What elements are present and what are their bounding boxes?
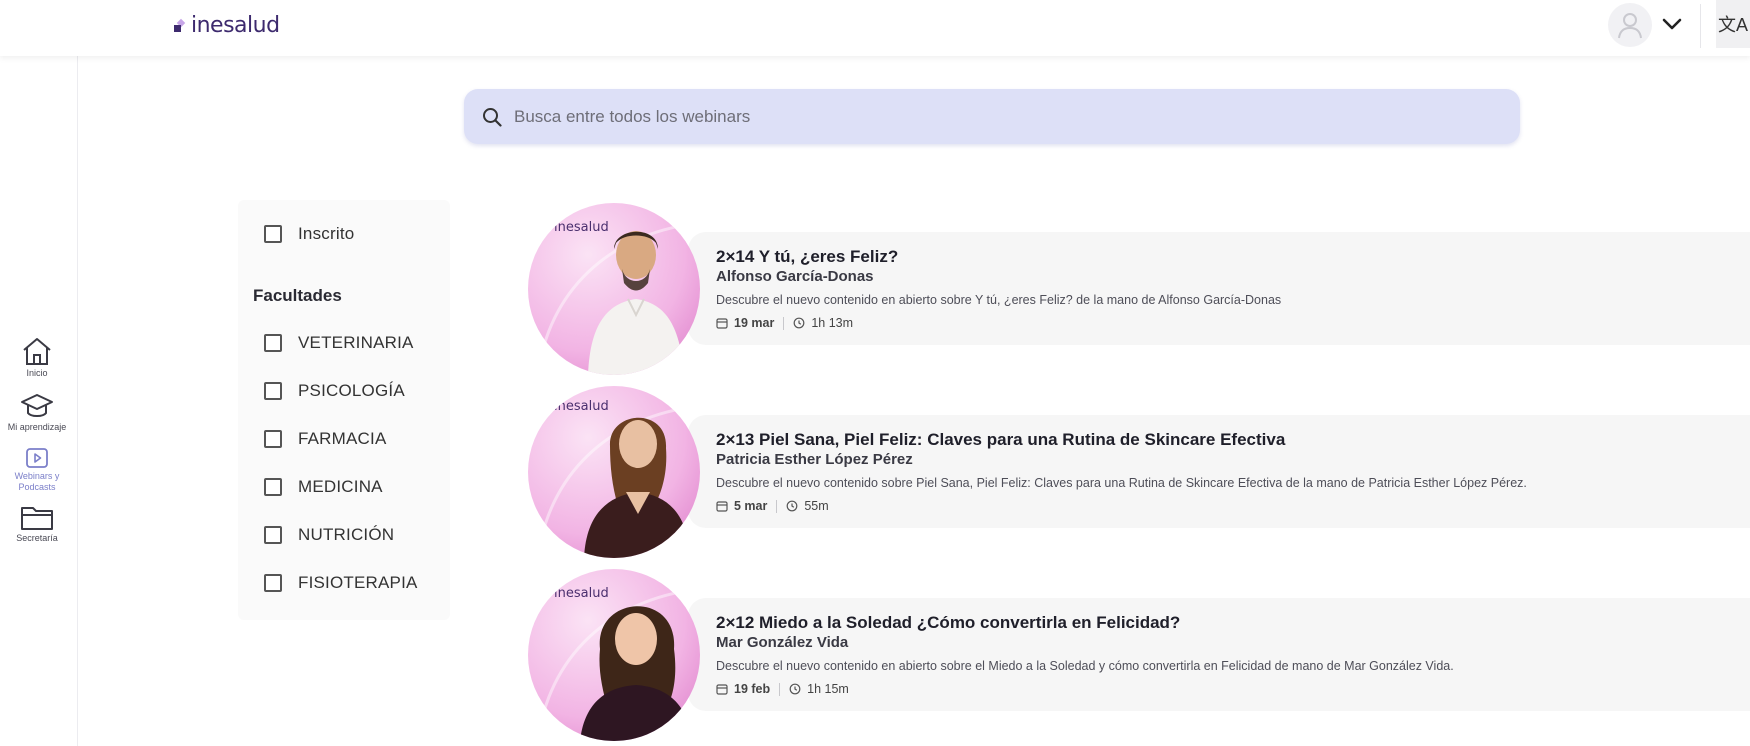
chevron-down-icon [1662,18,1682,30]
graduation-cap-icon [21,394,53,417]
meta-divider [779,682,781,696]
webinar-duration: 1h 13m [811,316,854,330]
filter-farmacia[interactable]: FARMACIA [264,429,387,449]
webinar-info: 2×14 Y tú, ¿eres Feliz? Alfonso García-D… [716,247,1746,330]
search-input[interactable] [514,106,1474,127]
avatar[interactable] [1608,3,1652,47]
logo-text: inesalud [191,13,280,38]
webinar-duration: 55m [804,499,829,513]
calendar-icon [716,318,728,329]
filter-psicologia[interactable]: PSICOLOGÍA [264,381,405,401]
home-icon [23,338,51,365]
webinar-card[interactable]: inesalud 2×12 Miedo a la Soledad ¿Cómo c… [528,569,1750,741]
webinar-date: 19 feb [734,682,771,696]
folder-icon [21,507,53,530]
translate-icon: 文A [1717,15,1748,35]
webinar-author: Patricia Esther López Pérez [716,451,913,468]
translate-button[interactable]: 文A [1716,0,1750,48]
divider [1700,4,1701,48]
clock-icon [789,683,801,695]
search-bar [464,89,1520,144]
clock-icon [786,500,798,512]
thumbnail-brand-text: inesalud [554,220,609,235]
webinar-title[interactable]: 2×12 Miedo a la Soledad ¿Cómo convertirl… [716,613,1746,633]
filter-label: Inscrito [298,224,355,243]
webinar-author: Alfonso García-Donas [716,268,874,285]
filter-label: MEDICINA [298,477,383,496]
faculties-title: Facultades [253,286,342,305]
thumbnail-brand-text: inesalud [554,586,609,601]
calendar-icon [716,501,728,512]
filter-veterinaria[interactable]: VETERINARIA [264,333,414,353]
webinar-thumbnail[interactable]: inesalud [528,386,700,558]
search-icon [483,107,502,127]
meta-divider [776,499,778,513]
webinar-meta: 19 feb 1h 15m [716,682,1746,696]
sidebar-item-label: Mi aprendizaje [7,422,67,432]
filter-nutricion[interactable]: NUTRICIÓN [264,525,394,545]
logo-mark-icon [174,18,188,33]
webinar-thumbnail[interactable]: inesalud [528,203,700,375]
webinar-description: Descubre el nuevo contenido sobre Piel S… [716,476,1527,490]
account-menu-button[interactable] [1660,12,1684,36]
checkbox[interactable] [264,526,282,544]
filter-label: PSICOLOGÍA [298,381,405,400]
checkbox[interactable] [264,334,282,352]
webinar-title[interactable]: 2×14 Y tú, ¿eres Feliz? [716,247,1746,267]
sidebar-item-label: Secretaría [16,533,58,543]
checkbox[interactable] [264,225,282,243]
play-icon [26,448,48,468]
webinar-date: 5 mar [734,499,768,513]
filter-fisioterapia[interactable]: FISIOTERAPIA [264,573,418,593]
sidebar-item-aprendizaje[interactable]: Mi aprendizaje [0,392,74,433]
filter-label: VETERINARIA [298,333,414,352]
webinar-description: Descubre el nuevo contenido en abierto s… [716,293,1282,307]
checkbox[interactable] [264,382,282,400]
checkbox[interactable] [264,478,282,496]
webinar-duration: 1h 15m [807,682,849,696]
filter-label: FARMACIA [298,429,387,448]
webinar-info: 2×12 Miedo a la Soledad ¿Cómo convertirl… [716,613,1746,696]
sidebar-item-webinars[interactable]: Webinars y Podcasts [0,447,74,493]
webinar-info: 2×13 Piel Sana, Piel Feliz: Claves para … [716,430,1746,513]
sidebar-item-secretaria[interactable]: Secretaría [0,503,74,544]
checkbox[interactable] [264,574,282,592]
filter-medicina[interactable]: MEDICINA [264,477,383,497]
webinar-description: Descubre el nuevo contenido en abierto s… [716,659,1454,673]
calendar-icon [716,684,728,695]
logo[interactable]: inesalud [174,13,280,38]
sidebar-item-inicio[interactable]: Inicio [0,336,74,379]
webinar-meta: 19 mar 1h 13m [716,316,1746,330]
filter-inscrito[interactable]: Inscrito [264,224,354,244]
checkbox[interactable] [264,430,282,448]
webinar-author: Mar González Vida [716,634,849,651]
top-bar: inesalud 文A [0,0,1750,56]
filters-panel: Inscrito Facultades VETERINARIA PSICOLOG… [238,200,450,620]
webinar-card[interactable]: inesalud 2×13 Piel Sana, Piel Feliz: Cla… [528,386,1750,558]
webinar-date: 19 mar [734,316,775,330]
filter-label: NUTRICIÓN [298,525,395,544]
sidebar-item-label: Webinars y Podcasts [14,471,60,492]
thumbnail-brand-text: inesalud [554,399,609,414]
webinar-thumbnail[interactable]: inesalud [528,569,700,741]
clock-icon [793,317,805,329]
filter-label: FISIOTERAPIA [298,573,418,592]
webinar-card[interactable]: inesalud 2×14 Y tú, ¿eres Feliz? Alfonso… [528,203,1750,375]
webinar-title[interactable]: 2×13 Piel Sana, Piel Feliz: Claves para … [716,430,1746,450]
webinar-meta: 5 mar 55m [716,499,1746,513]
user-icon [1618,13,1642,39]
sidebar-item-label: Inicio [26,368,48,378]
sidebar: Inicio Mi aprendizaje Webinars y Podcast… [0,56,78,746]
meta-divider [783,316,785,330]
